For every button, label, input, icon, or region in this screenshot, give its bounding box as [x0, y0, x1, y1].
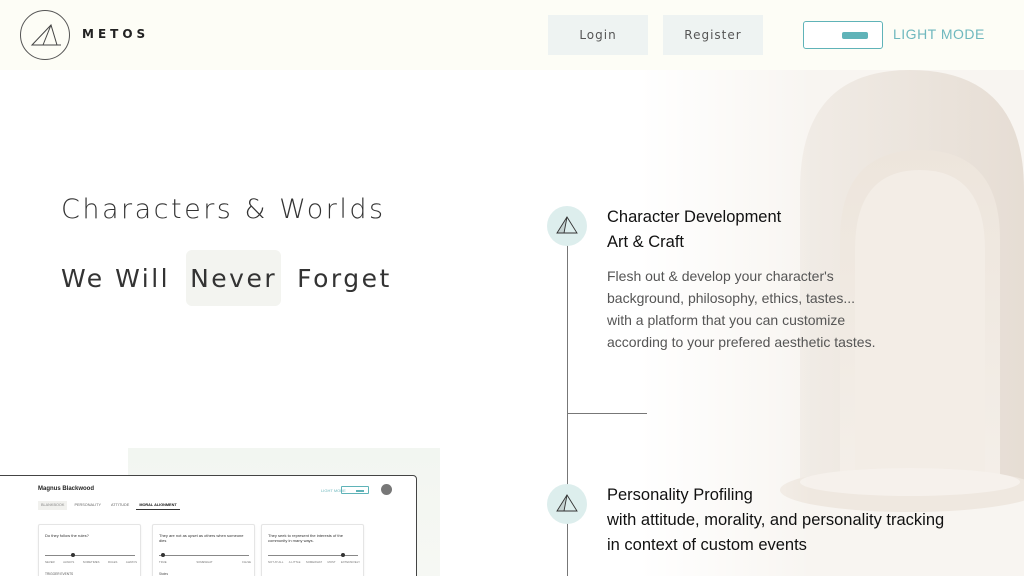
- preview-tab: PERSONALITY: [74, 503, 102, 507]
- preview-tab-active: MORAL ALIGNMENT: [136, 501, 180, 510]
- preview-tick: NOT AT ALL: [268, 560, 284, 564]
- preview-card-question: They are not as upset as others when som…: [159, 533, 244, 543]
- preview-tick: NEVER: [45, 560, 55, 564]
- tagline-word-3: Forget: [297, 263, 392, 293]
- pyramid-icon: [547, 484, 587, 524]
- tagline-word-1: We Will: [61, 263, 171, 293]
- preview-tick: FALSE: [242, 560, 251, 564]
- preview-slider-dot: [70, 553, 75, 557]
- logo-text[interactable]: METOS: [82, 27, 149, 41]
- theme-toggle[interactable]: [803, 21, 883, 49]
- preview-tick: EXTENSIVELY: [341, 560, 360, 564]
- tagline-word-highlight: Never: [186, 250, 282, 306]
- preview-card-sub: TRIGGER EVENTS: [45, 572, 74, 576]
- preview-tick: MOST: [327, 560, 336, 564]
- preview-character-name: Magnus Blackwood: [38, 486, 95, 492]
- preview-tick: ALWAYS: [125, 560, 137, 564]
- preview-tick: A LITTLE: [288, 560, 301, 564]
- preview-slider-ticks: NEVER ALWAYS SOMETIMES RULES ALWAYS: [45, 560, 137, 564]
- preview-slider-dot: [341, 553, 346, 557]
- feature-1-description: Flesh out & develop your character's bac…: [607, 268, 876, 350]
- preview-card: They seek to represent the interests of …: [261, 524, 364, 576]
- preview-card-question: Do they follow the rules?: [45, 533, 89, 538]
- preview-slider: [268, 553, 358, 557]
- register-button[interactable]: Register: [663, 15, 763, 55]
- preview-tick: SOMEWHAT: [196, 560, 213, 564]
- preview-slider: [159, 553, 249, 557]
- preview-slider-ticks: TRUE SOMEWHAT FALSE: [159, 560, 251, 564]
- preview-theme-toggle: [341, 486, 369, 494]
- preview-tick: TRUE: [159, 560, 167, 564]
- preview-card: Do they follow the rules? NEVER ALWAYS S…: [38, 524, 141, 576]
- timeline-line: [567, 244, 568, 576]
- preview-tab: ATTITUDE: [111, 503, 130, 507]
- theme-mode-label: LIGHT MODE: [893, 26, 985, 42]
- hero-title: Characters & Worlds: [61, 194, 386, 225]
- preview-avatar: [381, 484, 392, 495]
- preview-card-sub: States: [159, 572, 169, 576]
- preview-card-question: They seek to represent the interests of …: [268, 533, 343, 543]
- preview-slider-dot: [160, 553, 165, 557]
- preview-tab: BLANKBOOK: [38, 501, 68, 510]
- preview-tick: ALWAYS: [63, 560, 75, 564]
- hero-tagline: We Will Never Forget: [61, 250, 392, 306]
- feature-1-title: Character Development Art & Craft: [607, 208, 782, 251]
- preview-slider: [45, 553, 135, 557]
- preview-card: They are not as upset as others when som…: [152, 524, 255, 576]
- app-preview-screenshot: › Magnus Blackwood LIGHT MODE BLANKBOOK …: [0, 475, 417, 576]
- top-nav: METOS Login Register LIGHT MODE: [0, 0, 1024, 70]
- preview-tick: SOMETIMES: [82, 560, 100, 564]
- preview-tick: SOMEWHAT: [305, 560, 323, 564]
- feature-2-title: Personality Profiling with attitude, mor…: [607, 486, 945, 554]
- preview-tabs: BLANKBOOK PERSONALITY ATTITUDE MORAL ALI…: [38, 501, 180, 510]
- timeline-branch: [567, 413, 647, 414]
- login-button[interactable]: Login: [548, 15, 648, 55]
- pyramid-icon: [547, 206, 587, 246]
- theme-toggle-knob: [842, 32, 868, 39]
- preview-tick: RULES: [108, 560, 118, 564]
- logo-icon[interactable]: [20, 10, 70, 60]
- preview-slider-ticks: NOT AT ALL A LITTLE SOMEWHAT MOST EXTENS…: [268, 560, 360, 564]
